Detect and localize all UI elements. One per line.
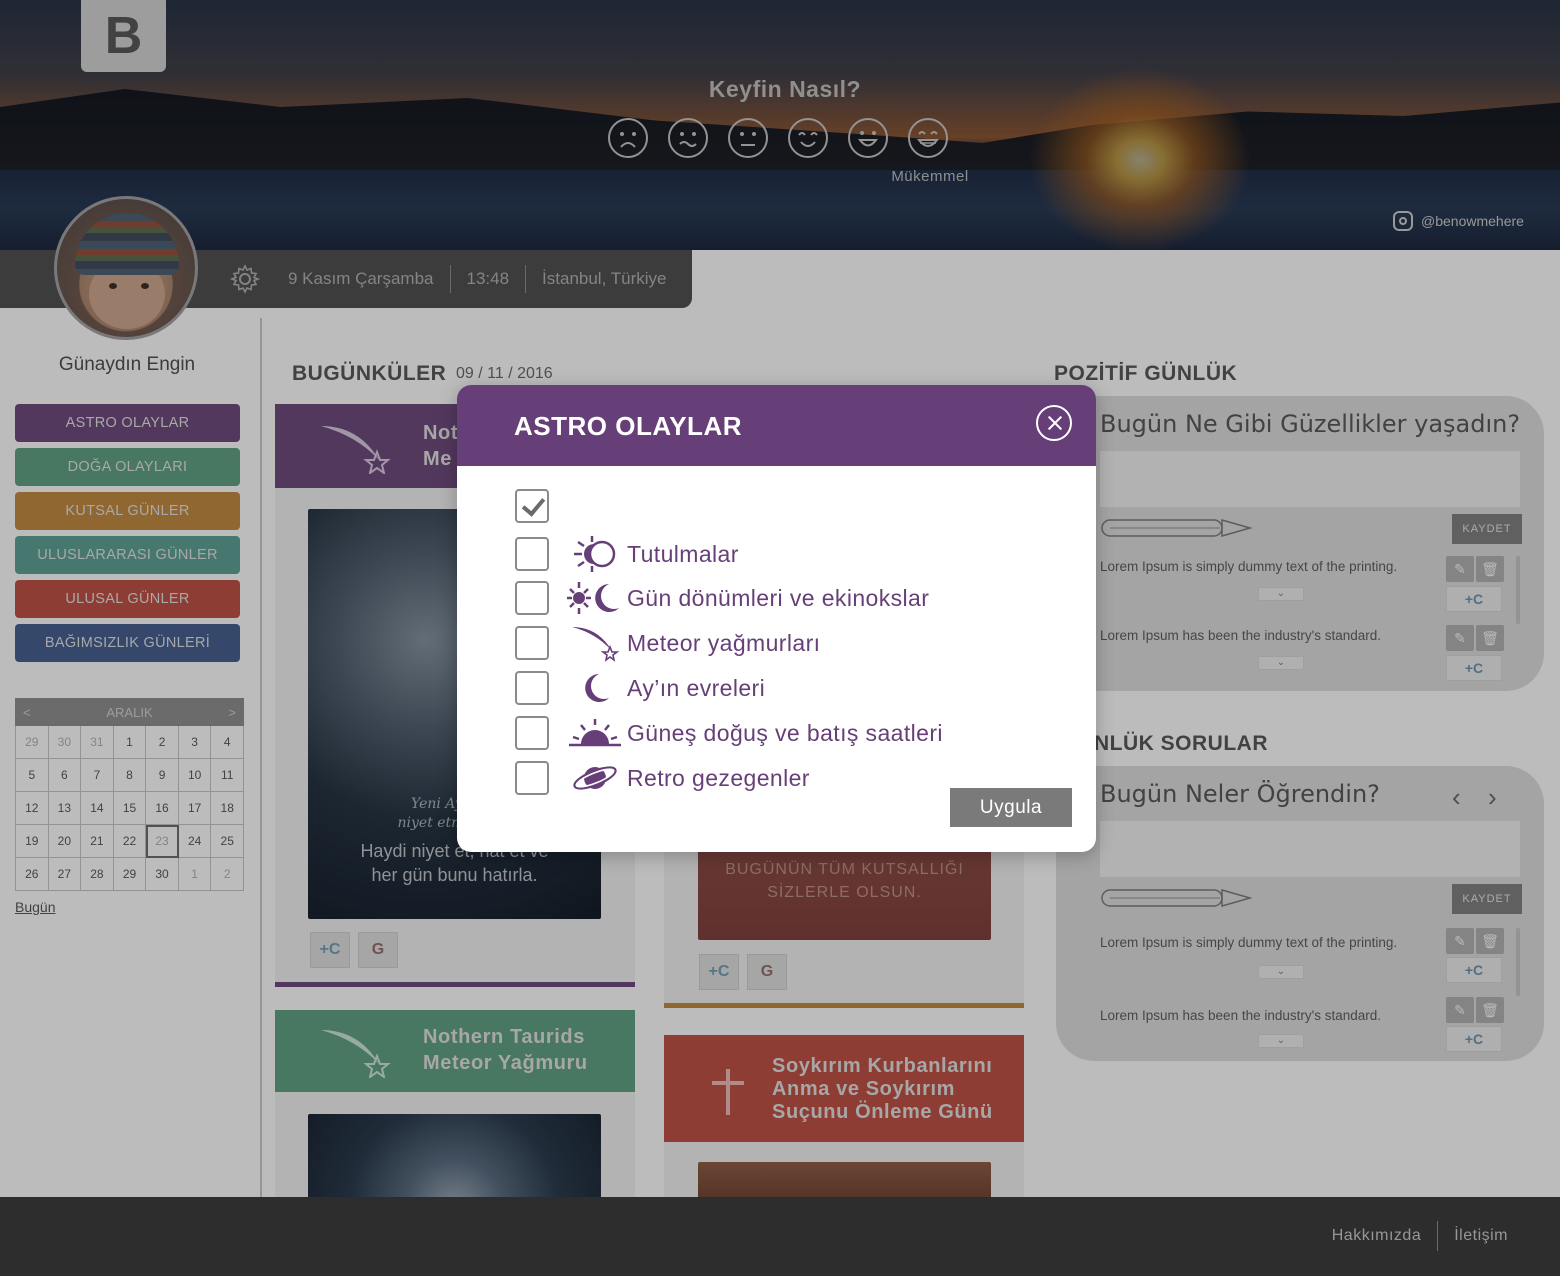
option-row: Tutulmalar (515, 534, 739, 574)
option-checkbox-eclipses[interactable] (515, 537, 549, 571)
planet-icon (567, 758, 623, 798)
select-all-checkbox[interactable] (515, 489, 549, 523)
sun-moon-icon (567, 578, 623, 618)
option-row: Güneş doğuş ve batış saatleri (515, 713, 943, 753)
modal-title: ASTRO OLAYLAR (514, 411, 742, 441)
select-all-row (515, 489, 549, 523)
option-row: Meteor yağmurları (515, 623, 820, 663)
option-row: Ay’ın evreleri (515, 668, 765, 708)
option-label: Ay’ın evreleri (627, 674, 766, 701)
option-label: Retro gezegenler (627, 764, 810, 791)
option-row: Retro gezegenler (515, 758, 810, 798)
option-label: Güneş doğuş ve batış saatleri (627, 719, 943, 746)
sunrise-icon (567, 713, 623, 753)
apply-button[interactable]: Uygula (950, 788, 1072, 827)
close-icon[interactable] (1036, 405, 1072, 441)
modal-header: ASTRO OLAYLAR (457, 385, 1096, 466)
moon-icon (567, 668, 623, 708)
option-label: Meteor yağmurları (627, 629, 821, 656)
eclipse-icon (567, 534, 623, 574)
option-checkbox-moon-phases[interactable] (515, 671, 549, 705)
option-label: Gün dönümleri ve ekinokslar (627, 584, 930, 611)
option-row: Gün dönümleri ve ekinokslar (515, 578, 929, 618)
option-checkbox-sunrise[interactable] (515, 716, 549, 750)
option-label: Tutulmalar (627, 540, 739, 567)
option-checkbox-retro-planets[interactable] (515, 761, 549, 795)
astro-events-modal: ASTRO OLAYLAR Tutulmalar Gün dönümleri v… (457, 385, 1096, 852)
option-checkbox-solstices[interactable] (515, 581, 549, 615)
meteor-icon (567, 623, 623, 663)
option-checkbox-meteors[interactable] (515, 626, 549, 660)
